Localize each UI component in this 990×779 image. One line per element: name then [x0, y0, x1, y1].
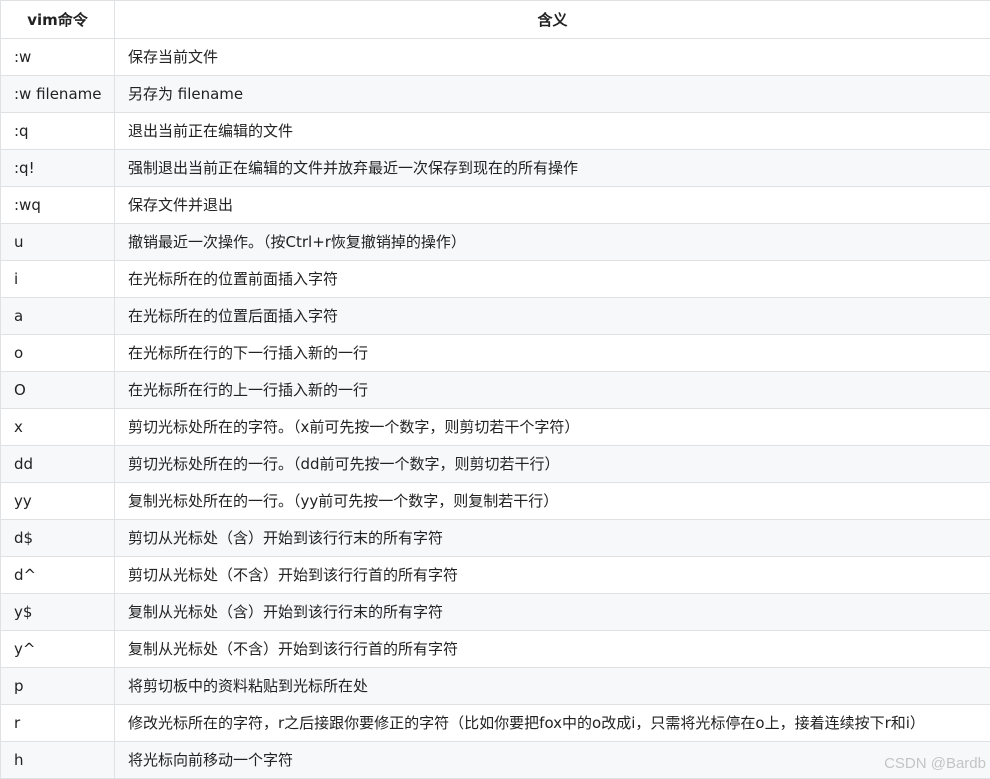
meaning-cell: 剪切从光标处（含）开始到该行行末的所有字符 [115, 520, 990, 557]
meaning-cell: 在光标所在的位置后面插入字符 [115, 298, 990, 335]
meaning-cell: 将剪切板中的资料粘贴到光标所在处 [115, 668, 990, 705]
meaning-cell: 复制从光标处（含）开始到该行行末的所有字符 [115, 594, 990, 631]
meaning-cell: 退出当前正在编辑的文件 [115, 113, 990, 150]
meaning-cell: 保存文件并退出 [115, 187, 990, 224]
table-row: O在光标所在行的上一行插入新的一行 [1, 372, 990, 409]
table-row: d$剪切从光标处（含）开始到该行行末的所有字符 [1, 520, 990, 557]
meaning-cell: 修改光标所在的字符，r之后接跟你要修正的字符（比如你要把fox中的o改成i，只需… [115, 705, 990, 742]
table-row: :w filename另存为 filename [1, 76, 990, 113]
table-row: dd剪切光标处所在的一行。（dd前可先按一个数字，则剪切若干行） [1, 446, 990, 483]
command-cell: d^ [1, 557, 115, 594]
meaning-cell: 保存当前文件 [115, 39, 990, 76]
table-row: yy复制光标处所在的一行。（yy前可先按一个数字，则复制若干行） [1, 483, 990, 520]
meaning-cell: 将光标向前移动一个字符 [115, 742, 990, 779]
table-row: u撤销最近一次操作。（按Ctrl+r恢复撤销掉的操作） [1, 224, 990, 261]
table-row: :w保存当前文件 [1, 39, 990, 76]
header-vim-command: vim命令 [1, 1, 115, 39]
meaning-cell: 剪切光标处所在的一行。（dd前可先按一个数字，则剪切若干行） [115, 446, 990, 483]
meaning-cell: 复制从光标处（不含）开始到该行行首的所有字符 [115, 631, 990, 668]
command-cell: :q [1, 113, 115, 150]
command-cell: p [1, 668, 115, 705]
command-cell: O [1, 372, 115, 409]
meaning-cell: 在光标所在行的下一行插入新的一行 [115, 335, 990, 372]
command-cell: :w filename [1, 76, 115, 113]
meaning-cell: 另存为 filename [115, 76, 990, 113]
table-row: d^剪切从光标处（不含）开始到该行行首的所有字符 [1, 557, 990, 594]
command-cell: dd [1, 446, 115, 483]
meaning-cell: 撤销最近一次操作。（按Ctrl+r恢复撤销掉的操作） [115, 224, 990, 261]
table-row: y$复制从光标处（含）开始到该行行末的所有字符 [1, 594, 990, 631]
meaning-cell: 剪切光标处所在的字符。（x前可先按一个数字，则剪切若干个字符） [115, 409, 990, 446]
table-row: p将剪切板中的资料粘贴到光标所在处 [1, 668, 990, 705]
command-cell: d$ [1, 520, 115, 557]
table-header-row: vim命令 含义 [1, 1, 990, 39]
command-cell: u [1, 224, 115, 261]
table-row: o在光标所在行的下一行插入新的一行 [1, 335, 990, 372]
table-row: i在光标所在的位置前面插入字符 [1, 261, 990, 298]
command-cell: i [1, 261, 115, 298]
table-row: y^复制从光标处（不含）开始到该行行首的所有字符 [1, 631, 990, 668]
command-cell: r [1, 705, 115, 742]
meaning-cell: 强制退出当前正在编辑的文件并放弃最近一次保存到现在的所有操作 [115, 150, 990, 187]
command-cell: yy [1, 483, 115, 520]
table-row: :wq保存文件并退出 [1, 187, 990, 224]
table-row: :q退出当前正在编辑的文件 [1, 113, 990, 150]
meaning-cell: 在光标所在的位置前面插入字符 [115, 261, 990, 298]
command-cell: h [1, 742, 115, 779]
table-row: :q!强制退出当前正在编辑的文件并放弃最近一次保存到现在的所有操作 [1, 150, 990, 187]
meaning-cell: 在光标所在行的上一行插入新的一行 [115, 372, 990, 409]
command-cell: x [1, 409, 115, 446]
command-cell: a [1, 298, 115, 335]
table-row: a在光标所在的位置后面插入字符 [1, 298, 990, 335]
command-cell: :w [1, 39, 115, 76]
command-cell: y^ [1, 631, 115, 668]
meaning-cell: 复制光标处所在的一行。（yy前可先按一个数字，则复制若干行） [115, 483, 990, 520]
command-cell: :q! [1, 150, 115, 187]
command-cell: y$ [1, 594, 115, 631]
header-meaning: 含义 [115, 1, 990, 39]
table-row: h将光标向前移动一个字符 [1, 742, 990, 779]
command-cell: :wq [1, 187, 115, 224]
table-row: r修改光标所在的字符，r之后接跟你要修正的字符（比如你要把fox中的o改成i，只… [1, 705, 990, 742]
vim-commands-table: vim命令 含义 :w保存当前文件:w filename另存为 filename… [0, 0, 990, 779]
command-cell: o [1, 335, 115, 372]
meaning-cell: 剪切从光标处（不含）开始到该行行首的所有字符 [115, 557, 990, 594]
watermark: CSDN @Bardb [884, 755, 986, 772]
table-row: x剪切光标处所在的字符。（x前可先按一个数字，则剪切若干个字符） [1, 409, 990, 446]
